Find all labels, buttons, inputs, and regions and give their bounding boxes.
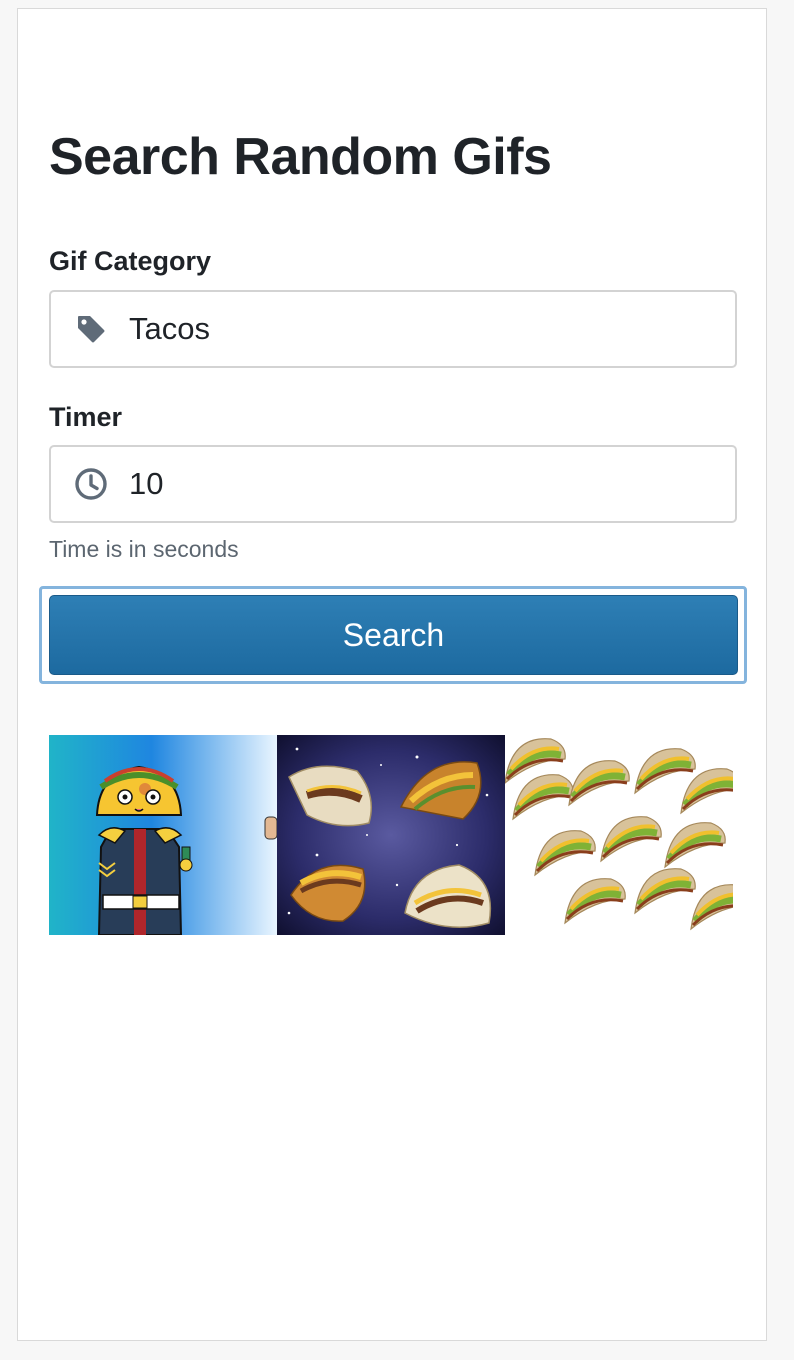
main-card: Search Random Gifs Gif Category Timer Ti… bbox=[17, 8, 767, 1341]
timer-input[interactable] bbox=[129, 466, 689, 502]
gif-category-field[interactable] bbox=[49, 290, 737, 368]
gif-category-input[interactable] bbox=[129, 311, 689, 347]
gif-category-label: Gif Category bbox=[49, 246, 212, 276]
timer-label: Timer bbox=[49, 402, 123, 432]
search-button[interactable]: Search bbox=[49, 595, 738, 675]
gif-result-2[interactable] bbox=[277, 735, 505, 935]
tag-icon bbox=[73, 311, 109, 347]
clock-icon bbox=[73, 466, 109, 502]
taco-soldier-gif bbox=[49, 735, 277, 935]
timer-help-text: Time is in seconds bbox=[49, 536, 239, 562]
gif-result-1[interactable] bbox=[49, 735, 277, 935]
page-title: Search Random Gifs bbox=[49, 128, 552, 186]
gif-result-3[interactable] bbox=[505, 735, 733, 935]
tacos-in-space-gif bbox=[277, 735, 505, 935]
timer-field[interactable] bbox=[49, 445, 737, 523]
taco-pile-gif bbox=[505, 735, 733, 935]
